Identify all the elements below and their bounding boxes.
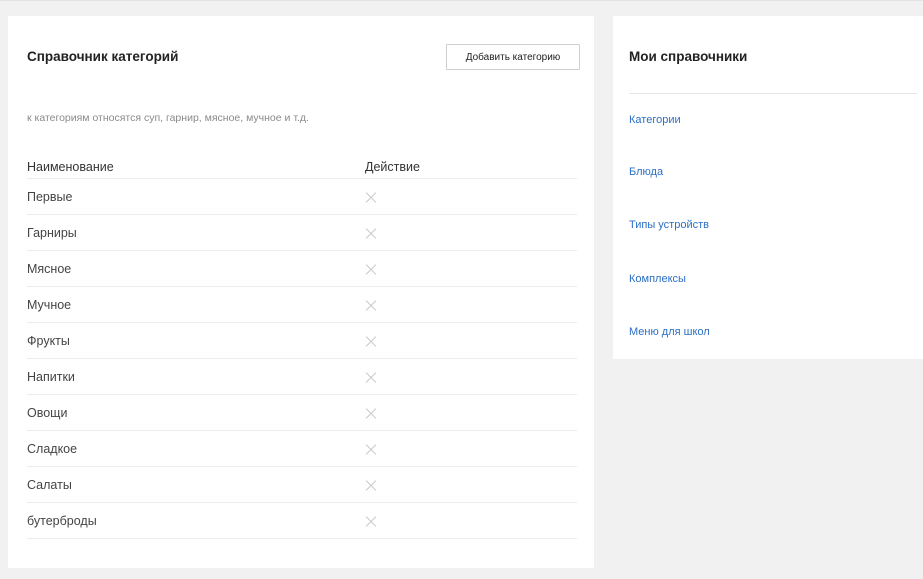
categories-table: Наименование Действие Первые Гарниры Мяс…: [27, 160, 577, 539]
close-icon[interactable]: [365, 479, 377, 491]
sidebar-divider: [629, 93, 917, 94]
table-row: Напитки: [27, 358, 577, 395]
sidebar-link-complexes[interactable]: Комплексы: [629, 273, 686, 286]
top-border: [0, 0, 923, 1]
close-icon[interactable]: [365, 335, 377, 347]
column-header-name: Наименование: [27, 160, 365, 179]
category-name: Овощи: [27, 394, 365, 431]
table-row: бутерброды: [27, 502, 577, 539]
column-header-action: Действие: [365, 160, 577, 179]
sidebar-link-school-menu[interactable]: Меню для школ: [629, 326, 710, 339]
sidebar-link-categories[interactable]: Категории: [629, 114, 681, 127]
action-cell: [365, 322, 577, 359]
action-cell: [365, 502, 577, 539]
close-icon[interactable]: [365, 407, 377, 419]
action-cell: [365, 286, 577, 323]
close-icon[interactable]: [365, 443, 377, 455]
action-cell: [365, 250, 577, 287]
action-cell: [365, 394, 577, 431]
hint-text: к категориям относятся суп, гарнир, мясн…: [27, 112, 309, 124]
sidebar-title: Мои справочники: [629, 49, 748, 64]
category-name: Фрукты: [27, 322, 365, 359]
table-row: Фрукты: [27, 322, 577, 359]
sidebar-link-device-types[interactable]: Типы устройств: [629, 219, 709, 232]
category-name: Мясное: [27, 250, 365, 287]
close-icon[interactable]: [365, 263, 377, 275]
close-icon[interactable]: [365, 191, 377, 203]
sidebar-link-dishes[interactable]: Блюда: [629, 166, 663, 179]
table-row: Овощи: [27, 394, 577, 431]
table-header-row: Наименование Действие: [27, 160, 577, 179]
table-row: Мучное: [27, 286, 577, 323]
table-row: Гарниры: [27, 214, 577, 251]
action-cell: [365, 358, 577, 395]
category-name: бутерброды: [27, 502, 365, 539]
table-row: Салаты: [27, 466, 577, 503]
category-name: Сладкое: [27, 430, 365, 467]
close-icon[interactable]: [365, 299, 377, 311]
category-name: Первые: [27, 178, 365, 215]
category-name: Мучное: [27, 286, 365, 323]
my-directories-panel: Мои справочники Категории Блюда Типы уст…: [613, 16, 923, 359]
table-row: Первые: [27, 178, 577, 215]
action-cell: [365, 466, 577, 503]
table-row: Мясное: [27, 250, 577, 287]
action-cell: [365, 178, 577, 215]
add-category-button[interactable]: Добавить категорию: [446, 44, 580, 70]
category-name: Напитки: [27, 358, 365, 395]
action-cell: [365, 214, 577, 251]
categories-panel: Справочник категорий Добавить категорию …: [8, 16, 594, 568]
action-cell: [365, 430, 577, 467]
category-name: Салаты: [27, 466, 365, 503]
category-name: Гарниры: [27, 214, 365, 251]
table-row: Сладкое: [27, 430, 577, 467]
close-icon[interactable]: [365, 515, 377, 527]
close-icon[interactable]: [365, 371, 377, 383]
page-title: Справочник категорий: [27, 49, 179, 64]
close-icon[interactable]: [365, 227, 377, 239]
